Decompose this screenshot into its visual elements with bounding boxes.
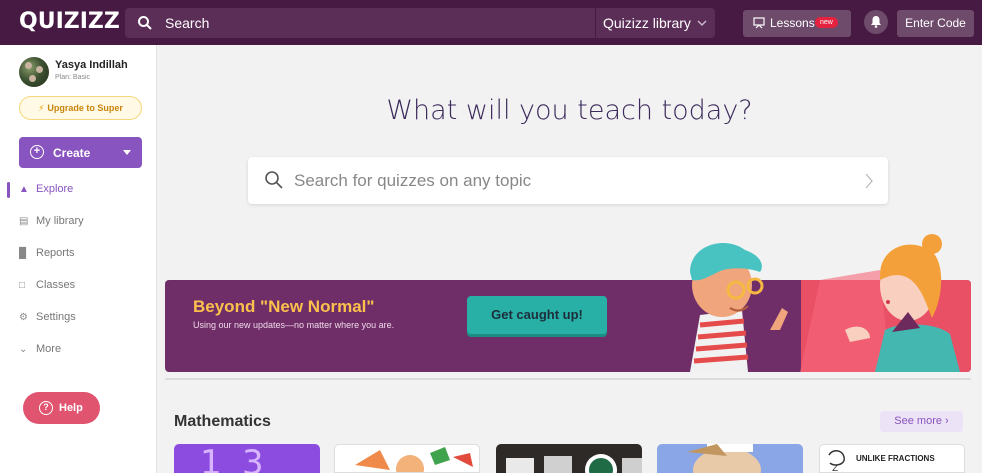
caret-down-icon[interactable] — [123, 150, 131, 155]
sidebar-item-label: More — [36, 343, 62, 355]
quiz-search-input[interactable]: Search for quizzes on any topic — [248, 157, 888, 204]
sidebar-item-settings[interactable]: ⚙ Settings — [19, 311, 76, 329]
lightning-icon: ⚡ — [38, 103, 45, 113]
notifications-button[interactable] — [864, 10, 888, 34]
library-select[interactable]: Quizizz library — [603, 15, 691, 31]
see-more-label: See more — [894, 415, 942, 427]
lessons-label: Lessons — [770, 16, 815, 30]
bell-icon — [871, 16, 881, 28]
svg-text:1: 1 — [200, 444, 222, 473]
presentation-icon — [753, 17, 765, 29]
sidebar-item-my-library[interactable]: ▤ My library — [19, 215, 84, 233]
section-divider — [165, 378, 971, 380]
quiz-card[interactable] — [334, 444, 480, 473]
help-button[interactable]: ? Help — [23, 392, 100, 424]
top-search-label: Search — [165, 15, 210, 31]
banner-title: Beyond "New Normal" — [193, 297, 375, 316]
new-badge: new — [815, 17, 838, 28]
classes-icon: □ — [19, 280, 26, 291]
upgrade-button[interactable]: ⚡ Upgrade to Super — [19, 96, 142, 120]
quizizz-logo[interactable]: QUIZIZZ — [19, 9, 120, 34]
quiz-card[interactable] — [496, 444, 642, 473]
help-label: Help — [59, 402, 83, 414]
top-bar: QUIZIZZ Search Quizizz library Lessons n… — [0, 0, 982, 45]
enter-code-button[interactable]: Enter Code — [897, 10, 974, 37]
library-icon: ▤ — [19, 216, 29, 227]
sidebar-item-explore[interactable]: ▲ Explore — [19, 183, 73, 201]
page-title: What will you teach today? — [386, 95, 753, 126]
section-title: Mathematics — [174, 413, 271, 430]
sidebar-item-more[interactable]: ⌄ More — [19, 343, 61, 361]
active-indicator — [7, 182, 10, 198]
get-caught-up-button[interactable]: Get caught up! — [467, 296, 607, 334]
sidebar-item-label: Reports — [36, 247, 75, 259]
question-icon: ? — [39, 401, 53, 415]
search-placeholder: Search for quizzes on any topic — [294, 171, 532, 190]
card-thumbnail — [355, 447, 473, 472]
settings-icon: ⚙ — [19, 312, 28, 323]
avatar[interactable] — [19, 57, 49, 87]
card-thumbnail: 13 — [200, 444, 264, 473]
card-thumbnail — [687, 444, 761, 473]
reports-icon: █ — [19, 248, 27, 259]
create-label: Create — [53, 146, 91, 160]
sidebar-item-label: Settings — [36, 311, 76, 323]
chevron-right-icon[interactable] — [864, 172, 874, 190]
plus-circle-icon: + — [30, 145, 44, 159]
card-title: UNLIKE FRACTIONS — [856, 454, 935, 463]
svg-text:Z: Z — [832, 464, 838, 473]
sidebar-item-label: My library — [36, 215, 84, 227]
user-plan: Plan: Basic — [55, 74, 91, 81]
chevron-down-icon[interactable] — [697, 18, 707, 28]
banner-subtitle: Using our new updates—no matter where yo… — [193, 320, 395, 330]
banner-illustration — [690, 234, 960, 372]
lessons-button[interactable]: Lessons new — [743, 10, 851, 37]
top-search-bar[interactable]: Search Quizizz library — [125, 8, 715, 38]
upgrade-label: Upgrade to Super — [47, 103, 123, 113]
sidebar-item-label: Classes — [36, 279, 76, 291]
card-thumbnail: Z — [828, 450, 845, 473]
user-name: Yasya Indillah — [55, 59, 128, 71]
search-icon — [265, 171, 283, 189]
svg-text:3: 3 — [242, 444, 264, 473]
explore-icon: ▲ — [19, 184, 29, 195]
sidebar-item-classes[interactable]: □ Classes — [19, 279, 75, 297]
create-button[interactable]: + Create — [19, 137, 142, 168]
card-thumbnail — [506, 454, 642, 473]
search-divider — [595, 8, 596, 38]
quiz-card[interactable]: Z UNLIKE FRACTIONS — [819, 444, 965, 473]
sidebar-item-reports[interactable]: █ Reports — [19, 247, 75, 265]
quiz-card[interactable] — [657, 444, 803, 473]
chevron-down-icon: ⌄ — [19, 344, 28, 355]
sidebar-item-label: Explore — [36, 183, 74, 195]
see-more-button[interactable]: See more › — [880, 411, 963, 432]
search-icon — [138, 16, 152, 30]
quiz-card[interactable]: 13 — [174, 444, 320, 473]
